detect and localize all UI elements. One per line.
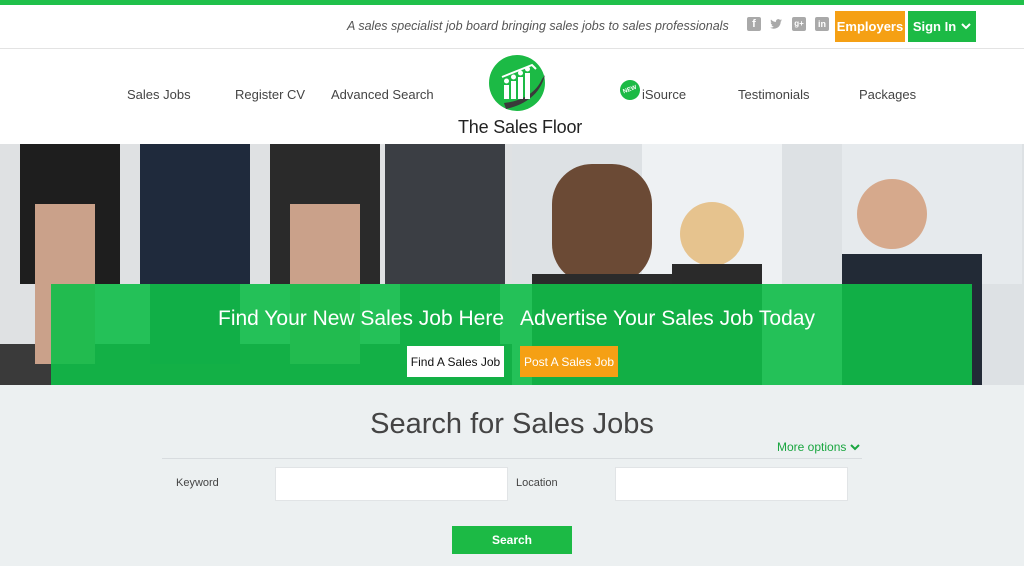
nav-item-isource[interactable]: iSource xyxy=(642,87,686,102)
logo-mark-icon xyxy=(489,55,545,111)
keyword-input[interactable] xyxy=(275,467,508,501)
site-tagline: A sales specialist job board bringing sa… xyxy=(347,19,729,33)
nav-item-register-cv[interactable]: Register CV xyxy=(235,87,305,102)
post-sales-job-button[interactable]: Post A Sales Job xyxy=(520,346,618,377)
search-button[interactable]: Search xyxy=(452,526,572,554)
find-sales-job-button[interactable]: Find A Sales Job xyxy=(407,346,504,377)
more-options-label: More options xyxy=(777,440,847,454)
location-input[interactable] xyxy=(615,467,848,501)
linkedin-icon[interactable]: in xyxy=(815,17,829,31)
sign-in-button[interactable]: Sign In xyxy=(908,11,976,42)
hero-banner: Find Your New Sales Job Here Advertise Y… xyxy=(51,284,972,385)
search-title: Search for Sales Jobs xyxy=(370,408,654,440)
location-label: Location xyxy=(516,477,558,489)
google-plus-icon[interactable]: g+ xyxy=(792,17,806,31)
search-divider xyxy=(162,458,862,459)
top-bar: A sales specialist job board bringing sa… xyxy=(0,5,1024,49)
hero-heading-find: Find Your New Sales Job Here xyxy=(218,307,504,330)
nav-item-sales-jobs[interactable]: Sales Jobs xyxy=(127,87,191,102)
hero-section: Find Your New Sales Job Here Advertise Y… xyxy=(0,144,1024,385)
chevron-down-icon xyxy=(850,444,860,451)
nav-item-advanced-search[interactable]: Advanced Search xyxy=(331,87,434,102)
nav-item-packages[interactable]: Packages xyxy=(859,87,916,102)
facebook-icon[interactable]: f xyxy=(747,17,761,31)
twitter-icon[interactable] xyxy=(769,17,783,31)
logo-text: The Sales Floor xyxy=(458,117,583,137)
keyword-label: Keyword xyxy=(176,477,219,489)
new-badge: NEW xyxy=(617,77,643,103)
employers-button[interactable]: Employers xyxy=(835,11,905,42)
hero-heading-advertise: Advertise Your Sales Job Today xyxy=(520,307,815,330)
nav-item-testimonials[interactable]: Testimonials xyxy=(738,87,810,102)
main-nav: Sales Jobs Register CV Advanced Search T… xyxy=(0,49,1024,144)
more-options-link[interactable]: More options xyxy=(777,440,860,454)
site-logo[interactable]: The Sales Floor xyxy=(448,53,590,141)
sign-in-label: Sign In xyxy=(912,19,957,34)
chevron-down-icon xyxy=(961,23,971,30)
